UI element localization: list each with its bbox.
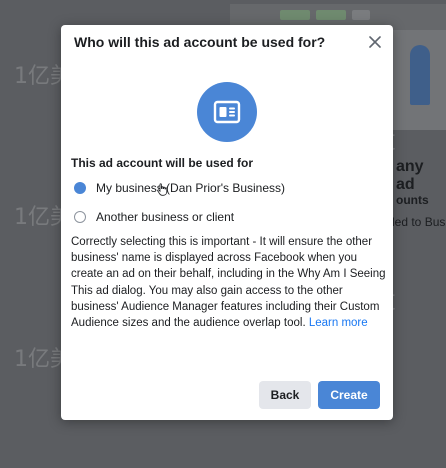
option-label: Another business or client <box>96 210 235 224</box>
create-button[interactable]: Create <box>318 381 380 409</box>
background-chip <box>280 10 310 20</box>
background-text: led to Bus <box>392 215 446 229</box>
radio-unchecked[interactable] <box>74 211 86 223</box>
dialog-title: Who will this ad account be used for? <box>74 34 326 50</box>
radio-checked[interactable] <box>74 182 86 194</box>
close-icon <box>369 36 381 48</box>
hand-cursor-icon <box>157 183 168 196</box>
background-figure <box>410 45 430 105</box>
background-heading: any ad <box>396 158 424 193</box>
description-text: Correctly selecting this is important - … <box>71 234 387 331</box>
close-button[interactable] <box>365 32 385 52</box>
background-chip <box>352 10 370 20</box>
background-chip <box>316 10 346 20</box>
background-subheading: ounts <box>396 193 429 207</box>
option-another-business[interactable]: Another business or client <box>71 208 234 226</box>
option-label: My business (Dan Prior's Business) <box>96 181 286 195</box>
learn-more-link[interactable]: Learn more <box>309 315 368 331</box>
back-button[interactable]: Back <box>259 381 311 409</box>
ad-account-icon <box>197 82 257 142</box>
section-label: This ad account will be used for <box>71 156 254 170</box>
option-my-business[interactable]: My business (Dan Prior's Business) <box>71 179 285 197</box>
ad-account-usage-dialog: Who will this ad account be used for? Th… <box>61 25 393 420</box>
